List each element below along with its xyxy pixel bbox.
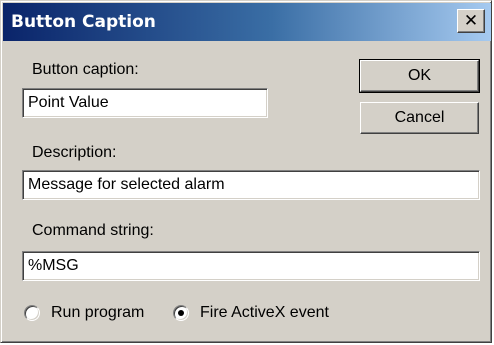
cancel-button-label: Cancel xyxy=(394,109,445,126)
fire-activex-label: Fire ActiveX event xyxy=(200,304,329,321)
close-icon: ✕ xyxy=(463,11,479,31)
fire-activex-option[interactable]: Fire ActiveX event xyxy=(173,302,329,324)
cancel-button[interactable]: Cancel xyxy=(360,102,479,134)
command-string-label: Command string: xyxy=(32,222,154,239)
dialog-window: Button Caption ✕ Button caption: OK Canc… xyxy=(0,0,492,343)
command-string-input[interactable] xyxy=(22,251,480,281)
run-program-radio[interactable] xyxy=(24,305,40,321)
ok-button-label: OK xyxy=(407,67,432,84)
button-caption-input[interactable] xyxy=(22,88,268,118)
radio-selected-dot xyxy=(178,310,184,316)
description-label: Description: xyxy=(32,144,117,161)
window-title: Button Caption xyxy=(11,12,156,32)
fire-activex-radio[interactable] xyxy=(173,305,189,321)
close-button[interactable]: ✕ xyxy=(457,9,485,33)
ok-button[interactable]: OK xyxy=(359,59,480,93)
description-input[interactable] xyxy=(22,170,480,200)
run-program-label: Run program xyxy=(51,304,145,321)
button-caption-label: Button caption: xyxy=(32,61,139,78)
run-program-option[interactable]: Run program xyxy=(24,302,144,324)
title-bar[interactable]: Button Caption ✕ xyxy=(3,3,491,41)
